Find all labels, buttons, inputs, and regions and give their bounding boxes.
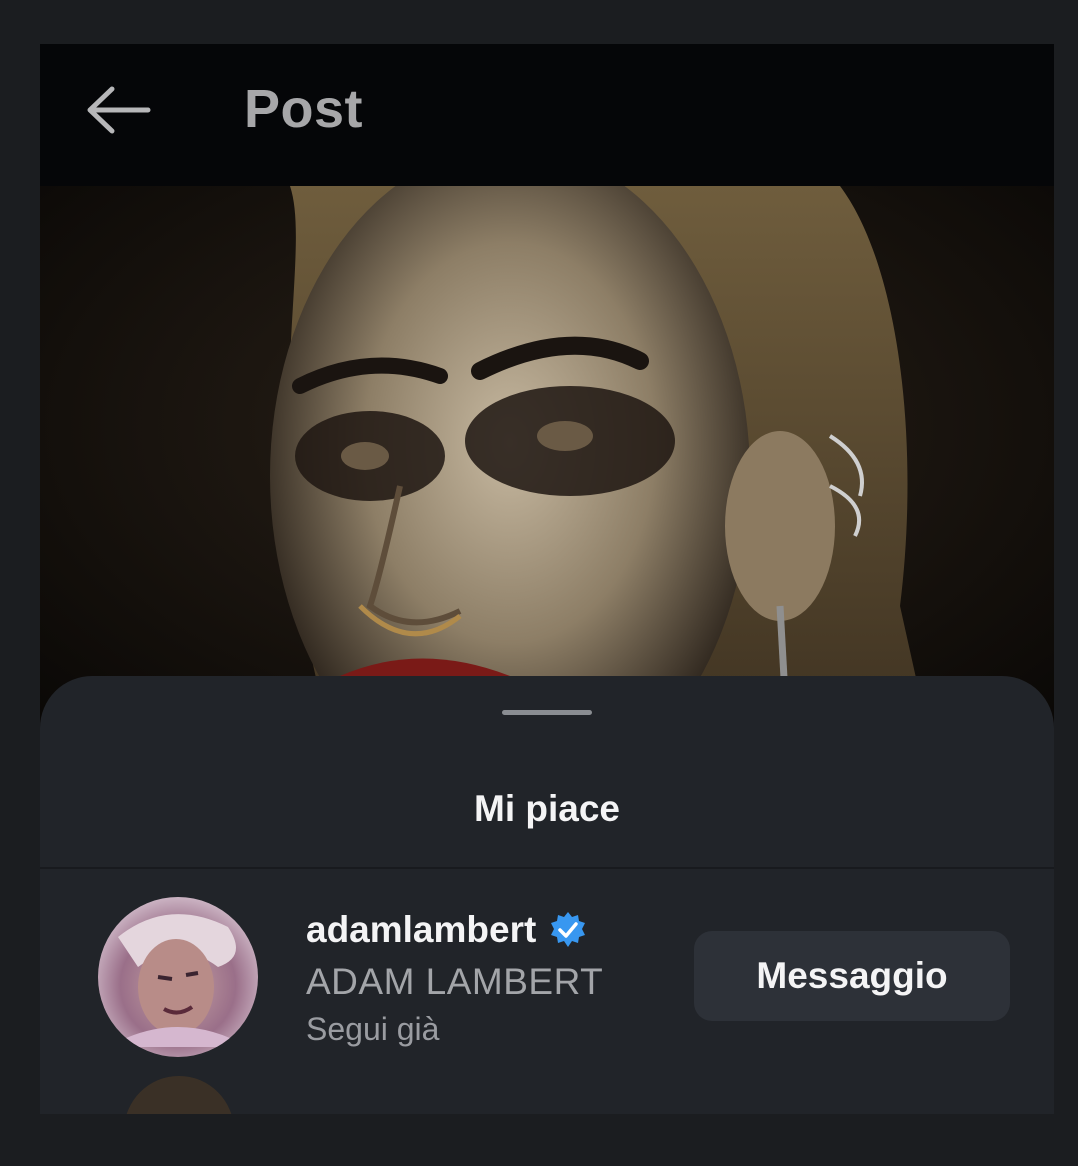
username: adamlambert <box>306 909 537 950</box>
avatar[interactable] <box>98 897 258 1057</box>
sheet-title: Mi piace <box>474 788 620 829</box>
app-frame: Post Mi piace adamlambert ADAM LAMBERT S… <box>40 44 1054 1114</box>
verified-badge-icon <box>551 912 586 947</box>
follow-status: Segui già <box>306 1011 440 1047</box>
likes-bottom-sheet: Mi piace adamlambert ADAM LAMBERT Segui … <box>40 676 1054 1114</box>
page-title: Post <box>244 79 364 139</box>
drag-handle[interactable] <box>502 710 592 715</box>
top-bar: Post <box>40 44 1054 186</box>
avatar[interactable] <box>124 1076 234 1114</box>
full-name: ADAM LAMBERT <box>306 961 604 1002</box>
message-button[interactable]: Messaggio <box>694 931 1010 1021</box>
arrow-left-icon <box>87 86 151 134</box>
username-link[interactable]: adamlambert <box>306 909 588 951</box>
list-item[interactable]: adamlambert ADAM LAMBERT Segui già Messa… <box>40 869 1054 1079</box>
back-button[interactable] <box>84 80 154 140</box>
